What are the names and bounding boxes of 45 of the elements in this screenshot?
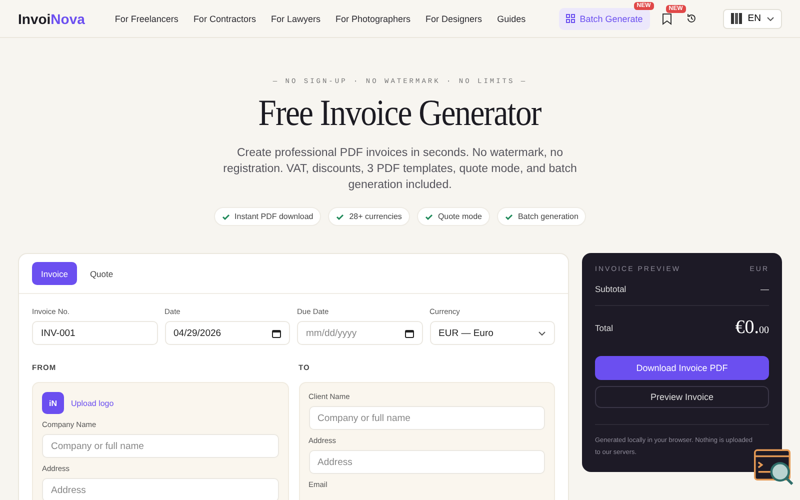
- download-button[interactable]: Download Invoice PDF: [595, 356, 769, 380]
- grid-icon: [566, 14, 575, 23]
- subtotal-label: Subtotal: [595, 284, 626, 294]
- batch-generate-button[interactable]: Batch Generate: [558, 8, 650, 30]
- subtitle: Create professional PDF invoices in seconds. No watermark, no registration. VAT, discounts, 3 PDF templates, quote mode, and batch generation included.: [222, 146, 578, 193]
- language-select[interactable]: EN: [722, 8, 782, 28]
- nav-link[interactable]: For Photographers: [335, 14, 411, 24]
- chevron-down-icon: [767, 16, 774, 20]
- tab[interactable]: Quote: [80, 262, 122, 285]
- date-field[interactable]: mm/dd/yyyy: [297, 321, 422, 345]
- input-field[interactable]: Address: [42, 478, 278, 500]
- calendar-icon: [272, 328, 281, 338]
- nav-link[interactable]: For Lawyers: [270, 14, 320, 24]
- check-icon: [222, 212, 230, 220]
- check-icon: [504, 212, 513, 220]
- upload-logo-link[interactable]: Upload logo: [71, 398, 114, 408]
- input-field[interactable]: INV-001: [32, 321, 158, 345]
- feature-chip: Batch generation: [496, 207, 586, 226]
- nav-link[interactable]: For Contractors: [193, 14, 256, 24]
- date-field[interactable]: 04/29/2026: [164, 321, 290, 345]
- preview-button[interactable]: Preview Invoice: [595, 386, 769, 408]
- total-value: €0.00: [735, 317, 769, 339]
- feature-chip: 28+ currencies: [328, 207, 410, 226]
- nav-link[interactable]: For Freelancers: [114, 14, 178, 24]
- input-field[interactable]: Company or full name: [308, 406, 545, 430]
- calendar-icon: [404, 328, 414, 338]
- logo[interactable]: InvoiNova: [18, 10, 85, 26]
- help-widget-icon[interactable]: [754, 449, 794, 486]
- nav-link[interactable]: Guides: [497, 14, 526, 24]
- total-label: Total: [595, 323, 613, 333]
- input-field[interactable]: Company or full name: [42, 434, 278, 458]
- check-icon: [336, 212, 344, 220]
- chevron-down-icon: [538, 330, 546, 336]
- feature-chip: Instant PDF download: [214, 207, 322, 226]
- history-icon[interactable]: [686, 13, 697, 24]
- subtotal-value: —: [760, 284, 769, 294]
- check-icon: [424, 212, 433, 220]
- logo-mark: iN: [42, 392, 64, 414]
- page-title: Free Invoice Generator: [258, 92, 542, 135]
- tab[interactable]: Invoice: [32, 262, 77, 285]
- bookmark-icon[interactable]: [662, 12, 672, 24]
- input-field[interactable]: Address: [308, 450, 545, 474]
- feature-chip: Quote mode: [416, 207, 490, 226]
- nav-link[interactable]: For Designers: [426, 14, 482, 24]
- currency-select[interactable]: EUR — Euro: [430, 321, 555, 345]
